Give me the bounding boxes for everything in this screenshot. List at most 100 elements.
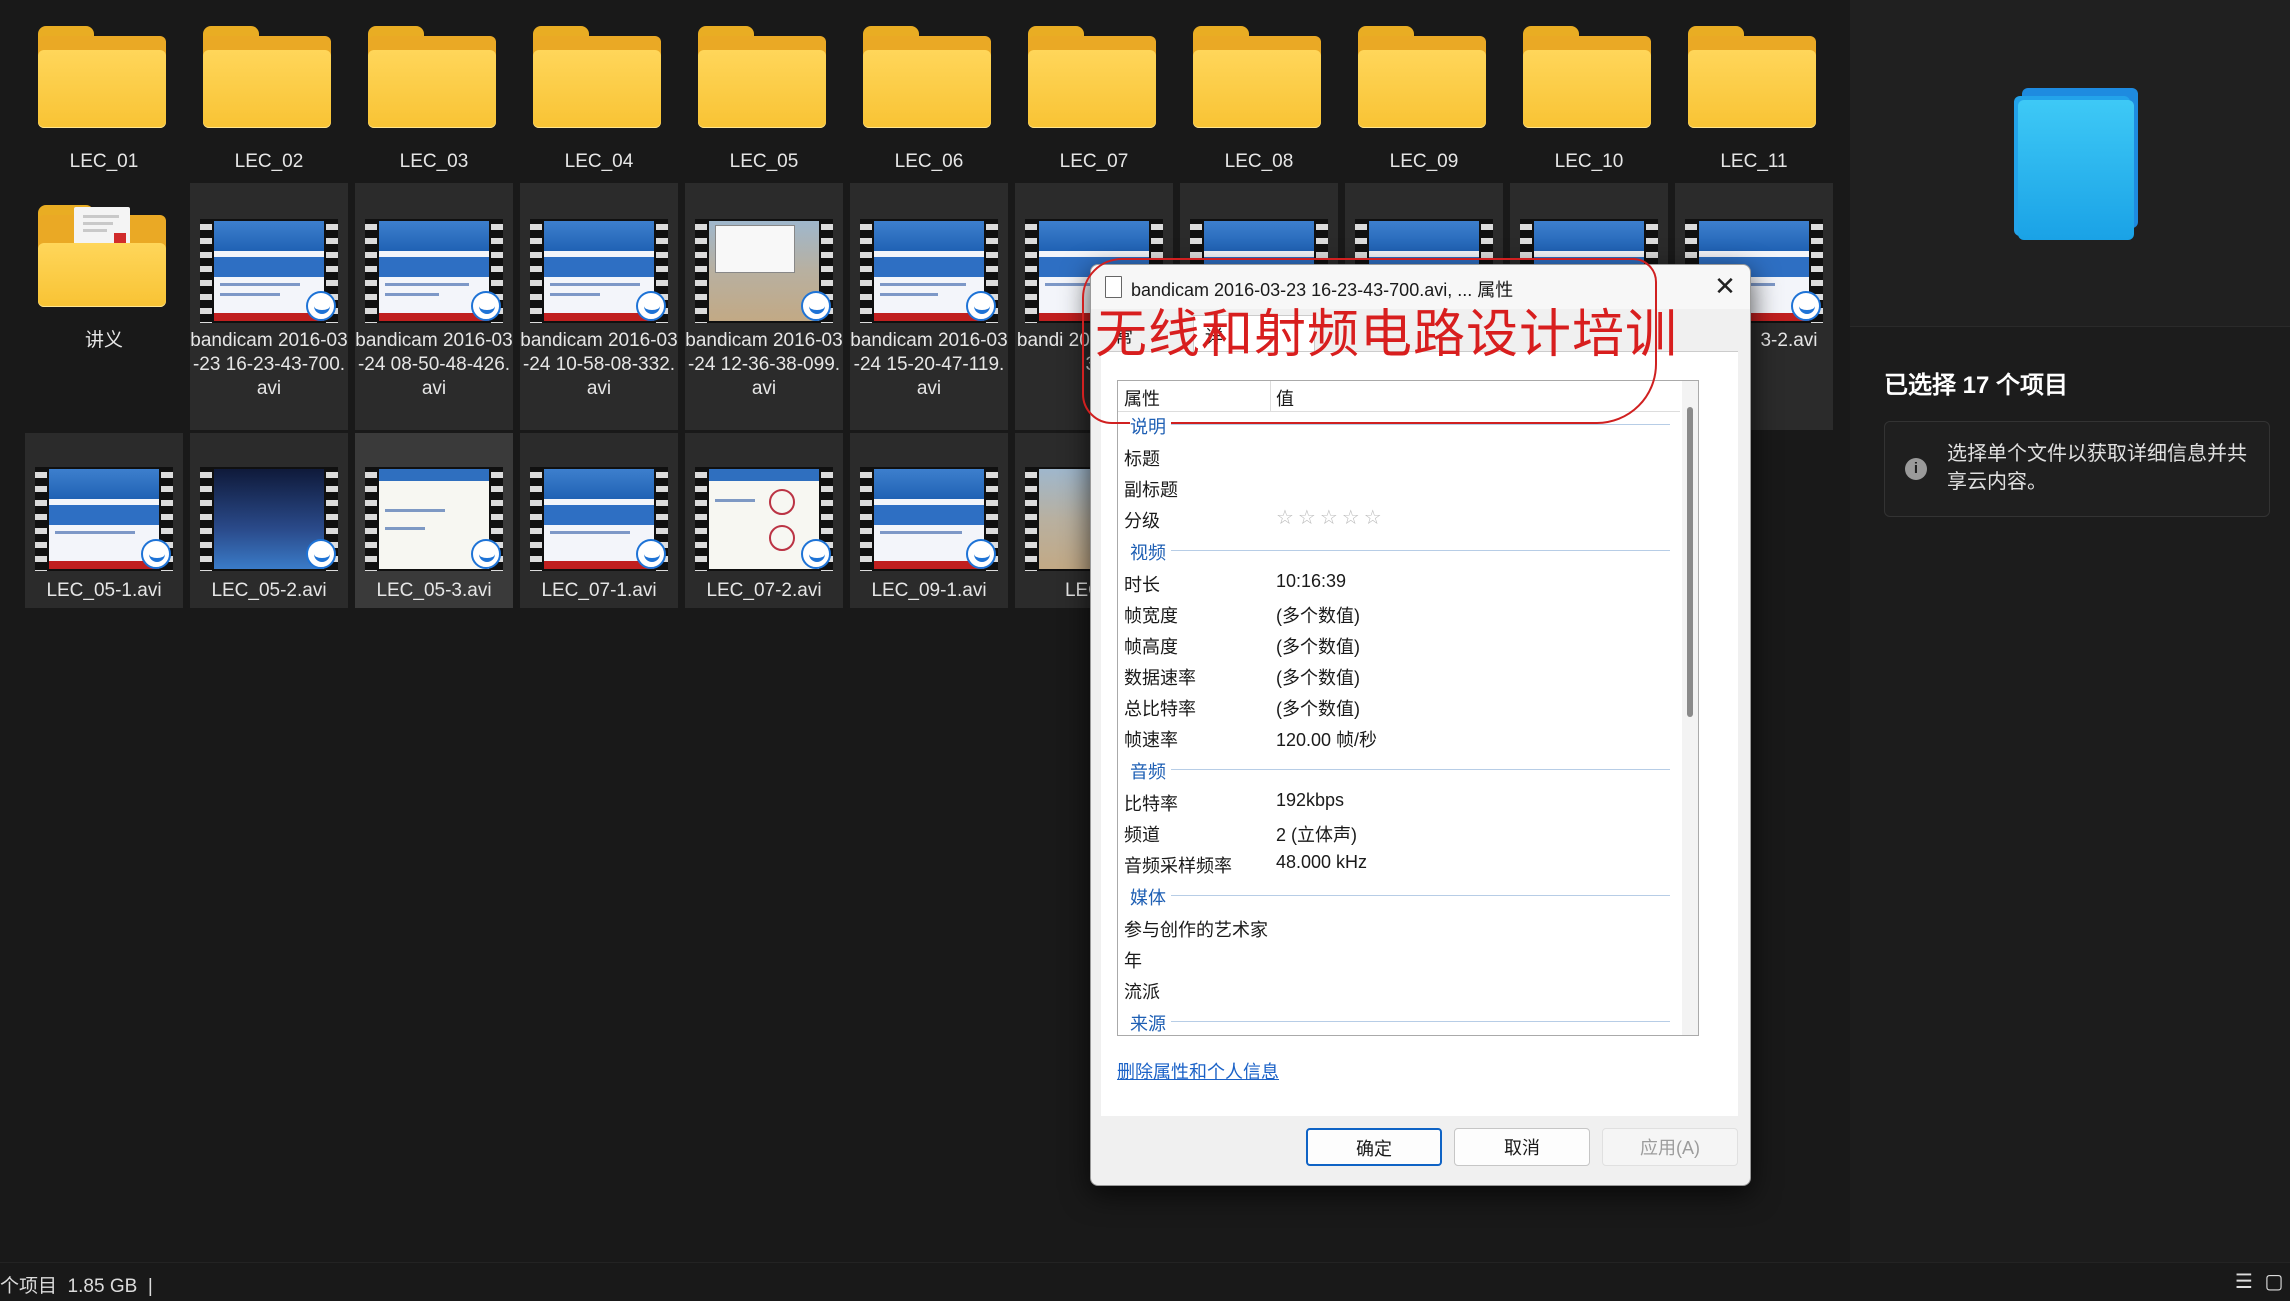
details-pane: 已选择 17 个项目 i 选择单个文件以获取详细信息并共享云内容。	[1850, 0, 2290, 1262]
video-file-item[interactable]: LEC_07-2.avi	[685, 433, 843, 608]
property-value: 48.000 kHz	[1276, 852, 1368, 872]
property-name: 比特率	[1124, 794, 1178, 814]
folder-icon	[698, 24, 826, 128]
video-thumbnail	[695, 467, 833, 571]
video-thumbnail	[365, 219, 503, 323]
video-thumbnail	[200, 219, 338, 323]
file-label: bandicam 2016-03-24 08-50-48-426.avi	[355, 330, 513, 399]
folder-label: LEC_04	[564, 151, 634, 172]
property-name: 总比特率	[1124, 699, 1196, 719]
file-label: bandicam 2016-03-24 15-20-47-119.avi	[850, 330, 1008, 399]
property-value: 120.00 帧/秒	[1276, 730, 1378, 750]
video-thumbnail	[860, 467, 998, 571]
info-message-box: i 选择单个文件以获取详细信息并共享云内容。	[1884, 421, 2270, 517]
folder-label: LEC_06	[894, 151, 964, 172]
cloud-sync-icon	[141, 539, 171, 569]
folder-item[interactable]: LEC_04	[520, 0, 678, 180]
folder-label: LEC_03	[399, 151, 469, 172]
scrollbar[interactable]	[1682, 381, 1698, 1035]
section-header: 来源	[1130, 1010, 1670, 1035]
apply-button[interactable]: 应用(A)	[1602, 1128, 1738, 1166]
property-name: 帧高度	[1124, 637, 1178, 657]
cloud-sync-icon	[306, 539, 336, 569]
remove-properties-link[interactable]: 删除属性和个人信息	[1117, 1058, 1279, 1084]
property-name: 音频采样频率	[1124, 856, 1232, 876]
ok-button[interactable]: 确定	[1306, 1128, 1442, 1166]
folder-item[interactable]: LEC_05	[685, 0, 843, 180]
scrollbar-thumb[interactable]	[1687, 407, 1693, 717]
video-thumbnail	[35, 467, 173, 571]
video-file-item[interactable]: bandicam 2016-03-24 08-50-48-426.avi	[355, 183, 513, 430]
video-file-item[interactable]: bandicam 2016-03-24 12-36-38-099.avi	[685, 183, 843, 430]
folder-icon	[1028, 24, 1156, 128]
video-file-item[interactable]: LEC_09-1.avi	[850, 433, 1008, 608]
property-value: (多个数值)	[1276, 606, 1360, 626]
property-name: 数据速率	[1124, 668, 1196, 688]
folder-item[interactable]: LEC_06	[850, 0, 1008, 180]
folder-label: LEC_05	[729, 151, 799, 172]
file-label: LEC_07-2.avi	[706, 580, 822, 601]
folder-item[interactable]: LEC_07	[1015, 0, 1173, 180]
cloud-sync-icon	[471, 291, 501, 321]
info-icon: i	[1905, 458, 1927, 480]
file-label: LEC_09-1.avi	[871, 580, 987, 601]
info-message: 选择单个文件以获取详细信息并共享云内容。	[1947, 443, 2247, 493]
selection-count: 已选择 17 个项目	[1884, 372, 2069, 399]
rating-stars[interactable]: ☆☆☆☆☆	[1276, 505, 1386, 530]
folder-label: LEC_07	[1059, 151, 1129, 172]
video-file-item[interactable]: bandicam 2016-03-24 15-20-47-119.avi	[850, 183, 1008, 430]
cloud-sync-icon	[801, 539, 831, 569]
status-text: 个项目 1.85 GB |	[0, 1276, 153, 1297]
folder-item[interactable]: 讲义	[25, 183, 183, 430]
cloud-sync-icon	[801, 291, 831, 321]
file-label: LEC_05-2.avi	[211, 580, 327, 601]
folder-label: 讲义	[84, 330, 123, 351]
cloud-sync-icon	[966, 291, 996, 321]
property-name: 帧速率	[1124, 730, 1178, 750]
file-label: bandicam 2016-03-24 12-36-38-099.avi	[685, 330, 843, 399]
folder-item[interactable]: LEC_10	[1510, 0, 1668, 180]
cloud-sync-icon	[636, 539, 666, 569]
folder-icon	[1688, 24, 1816, 128]
file-label: LEC_05-1.avi	[46, 580, 162, 601]
details-tab-panel: 属性 值 说明 标题 副标题 分级 ☆☆☆☆☆ 视频 时长 10:16:39 帧…	[1101, 351, 1738, 1116]
folder-label: LEC_02	[234, 151, 304, 172]
section-header: 视频	[1130, 539, 1670, 565]
property-name: 标题	[1124, 449, 1160, 469]
close-button[interactable]: ✕	[1710, 271, 1740, 301]
details-view-icon[interactable]: ☰	[2232, 1270, 2256, 1294]
folder-with-document-icon	[38, 203, 166, 307]
video-file-item[interactable]: LEC_07-1.avi	[520, 433, 678, 608]
folder-item[interactable]: LEC_11	[1675, 0, 1833, 180]
property-name: 分级	[1124, 511, 1160, 531]
file-label: bandicam 2016-03-23 16-23-43-700.avi	[190, 330, 348, 399]
folder-item[interactable]: LEC_08	[1180, 0, 1338, 180]
property-name: 时长	[1124, 575, 1160, 595]
property-list[interactable]: 属性 值 说明 标题 副标题 分级 ☆☆☆☆☆ 视频 时长 10:16:39 帧…	[1117, 380, 1699, 1036]
property-value: (多个数值)	[1276, 637, 1360, 657]
property-value: (多个数值)	[1276, 668, 1360, 688]
video-file-item[interactable]: LEC_05-1.avi	[25, 433, 183, 608]
video-file-item[interactable]: LEC_05-2.avi	[190, 433, 348, 608]
video-file-item[interactable]: bandicam 2016-03-23 16-23-43-700.avi	[190, 183, 348, 430]
folder-item[interactable]: LEC_03	[355, 0, 513, 180]
property-name: 副标题	[1124, 480, 1178, 500]
folder-label: LEC_09	[1389, 151, 1459, 172]
file-label: LEC_05-3.avi	[376, 580, 492, 601]
video-file-item[interactable]: LEC_05-3.avi	[355, 433, 513, 608]
cloud-sync-icon	[966, 539, 996, 569]
folder-item[interactable]: LEC_01	[25, 0, 183, 180]
folder-label: LEC_11	[1720, 151, 1788, 172]
details-preview-area	[1850, 0, 2290, 327]
folder-item[interactable]: LEC_09	[1345, 0, 1503, 180]
folder-icon	[1358, 24, 1486, 128]
folder-item[interactable]: LEC_02	[190, 0, 348, 180]
tiles-view-icon[interactable]: ▢	[2262, 1270, 2286, 1294]
property-name: 流派	[1124, 982, 1160, 1002]
video-file-item[interactable]: bandicam 2016-03-24 10-58-08-332.avi	[520, 183, 678, 430]
property-name: 频道	[1124, 825, 1160, 845]
cancel-button[interactable]: 取消	[1454, 1128, 1590, 1166]
folder-icon	[1193, 24, 1321, 128]
folder-label: LEC_01	[69, 151, 139, 172]
folder-icon	[203, 24, 331, 128]
